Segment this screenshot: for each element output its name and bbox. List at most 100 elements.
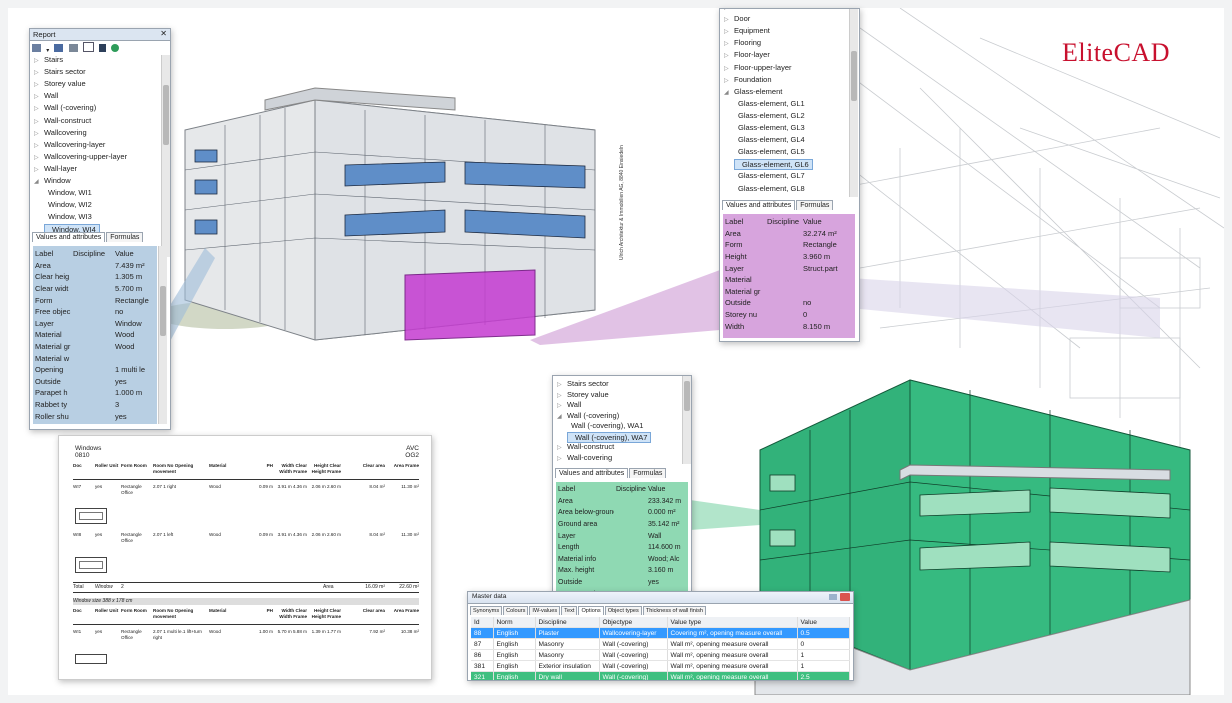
- attribute-row[interactable]: Roller shu yes: [33, 410, 157, 422]
- attribute-row[interactable]: Layer Window: [33, 318, 157, 330]
- tree-scrollbar[interactable]: [161, 55, 170, 257]
- tree-item[interactable]: ▷ Flooring: [724, 38, 761, 47]
- triangle-right-icon[interactable]: ▷: [724, 28, 734, 35]
- tree-item[interactable]: ◢ Glass-element: [724, 87, 782, 96]
- triangle-down-icon[interactable]: ◢: [724, 89, 734, 96]
- col-label[interactable]: Label: [723, 216, 765, 228]
- triangle-right-icon[interactable]: ▷: [34, 142, 44, 149]
- col-value[interactable]: Value: [113, 248, 157, 260]
- attribute-row[interactable]: Form Rectangle: [723, 239, 855, 251]
- attribute-row[interactable]: Outside no: [723, 297, 855, 309]
- triangle-right-icon[interactable]: ▷: [724, 77, 734, 84]
- globe-icon[interactable]: [111, 44, 120, 52]
- tree-item[interactable]: Glass-element, GL8: [734, 184, 805, 193]
- glass-element-window[interactable]: ▷Column▷Door▷Equipment▷Flooring▷Floor-la…: [719, 8, 860, 342]
- attribute-row[interactable]: Outside yes: [33, 376, 157, 388]
- tree-scroll-thumb-middle[interactable]: [684, 381, 690, 411]
- tree-item[interactable]: ▷ Wallcovering-upper-layer: [34, 152, 127, 161]
- attribute-row[interactable]: Width 8.150 m: [723, 320, 855, 332]
- col-value[interactable]: Value: [646, 484, 688, 496]
- tab-formulas-right[interactable]: Formulas: [796, 200, 834, 210]
- triangle-right-icon[interactable]: ▷: [34, 105, 44, 112]
- attribute-row[interactable]: Max. height 3.160 m: [556, 565, 688, 577]
- attribute-row[interactable]: Rabbet ty 3: [33, 399, 157, 411]
- attribute-row[interactable]: Length 114.600 m: [556, 542, 688, 554]
- attribute-row[interactable]: Ground area 35.142 m²: [556, 519, 688, 531]
- triangle-right-icon[interactable]: ▷: [557, 402, 567, 409]
- triangle-right-icon[interactable]: ▷: [34, 130, 44, 137]
- tree-item[interactable]: ▷ Wall (-covering): [34, 103, 96, 112]
- tree-scroll-thumb[interactable]: [163, 85, 169, 145]
- attribute-row[interactable]: Material: [723, 274, 855, 286]
- tab-thickness-of-wall-finish[interactable]: Thickness of wall finish: [642, 606, 707, 615]
- tree-item[interactable]: ▷ Wall: [557, 400, 581, 409]
- tab-text[interactable]: Text: [561, 606, 578, 615]
- attribute-row[interactable]: Height 3.960 m: [723, 251, 855, 263]
- tree-item[interactable]: ◢ Wall (-covering): [557, 411, 619, 420]
- tree-scrollbar-middle[interactable]: [682, 376, 691, 464]
- document-icon[interactable]: [99, 44, 107, 52]
- print-icon[interactable]: [68, 44, 78, 52]
- attribute-row[interactable]: Material w: [33, 352, 157, 364]
- attribute-row[interactable]: Outside yes: [556, 577, 688, 589]
- col-norm[interactable]: Norm: [493, 617, 536, 628]
- tab-options[interactable]: Options: [578, 606, 604, 615]
- filter-icon[interactable]: [32, 44, 41, 52]
- attribute-row[interactable]: Layer Struct.part: [723, 262, 855, 274]
- tree-item[interactable]: ▷ Storey value: [34, 79, 86, 88]
- copy-icon[interactable]: [82, 42, 94, 52]
- tree-item[interactable]: ▷ Wall: [34, 91, 58, 100]
- triangle-right-icon[interactable]: ▷: [34, 166, 44, 173]
- tree-item[interactable]: Wall (-covering), WA7: [567, 431, 652, 443]
- tree-item[interactable]: ▷ Wall-construct: [34, 116, 91, 125]
- col-discipline[interactable]: Discipline: [535, 617, 600, 628]
- triangle-right-icon[interactable]: ▷: [557, 392, 567, 399]
- triangle-down-icon[interactable]: ◢: [557, 413, 567, 420]
- attribute-row[interactable]: Area 32.274 m²: [723, 228, 855, 240]
- dropdown-arrow-icon[interactable]: ▾: [46, 48, 49, 54]
- master-data-row[interactable]: 86 English Masonry Wall (-covering) Wall m²,…: [471, 649, 850, 661]
- triangle-right-icon[interactable]: ▷: [34, 93, 44, 100]
- wall-covering-window[interactable]: ▷ Stairs sector ▷ Storey value ▷ Wall ◢ Wall (-…: [552, 375, 692, 612]
- col-discipline[interactable]: Discipline: [614, 484, 646, 496]
- tree-item[interactable]: Window, WI3: [44, 212, 92, 221]
- tree-item[interactable]: ▷ Wallcovering: [34, 128, 87, 137]
- tree-item[interactable]: ▷ Stairs sector: [557, 379, 609, 388]
- tree-item[interactable]: Window, WI2: [44, 200, 92, 209]
- tree-item[interactable]: ▷ Wallcovering-layer: [34, 140, 105, 149]
- attribute-row[interactable]: Area 7.439 m²: [33, 260, 157, 272]
- attribute-scroll-thumb[interactable]: [160, 286, 166, 336]
- tab-formulas[interactable]: Formulas: [106, 232, 144, 242]
- tree-item[interactable]: Glass-element, GL4: [734, 135, 805, 144]
- tree-item[interactable]: ▷ Floor-upper-layer: [724, 63, 792, 72]
- attribute-row[interactable]: Form Rectangle: [33, 294, 157, 306]
- col-discipline[interactable]: Discipline: [765, 216, 801, 228]
- tree-item[interactable]: Wall (-covering), WA1: [567, 421, 643, 430]
- attribute-row[interactable]: Free objec no: [33, 306, 157, 318]
- tab-iw-values[interactable]: IW-values: [529, 606, 561, 615]
- tab-values-attributes-middle[interactable]: Values and attributes: [555, 468, 629, 478]
- triangle-right-icon[interactable]: ▷: [724, 65, 734, 72]
- attribute-row[interactable]: Layer Wall: [556, 530, 688, 542]
- master-data-window[interactable]: Master data Synonyms Colours IW-values Text…: [467, 591, 854, 681]
- master-data-row[interactable]: 321 English Dry wall Wall (-covering) Wall m…: [471, 671, 850, 680]
- tree-item[interactable]: ◢ Window: [34, 176, 71, 185]
- triangle-right-icon[interactable]: ▷: [724, 52, 734, 59]
- tree-item[interactable]: Glass-element, GL5: [734, 147, 805, 156]
- minimize-icon[interactable]: [829, 594, 837, 600]
- tab-values-attributes-right[interactable]: Values and attributes: [722, 200, 796, 210]
- col-label[interactable]: Label: [556, 484, 614, 496]
- attribute-row[interactable]: Clear widt 5.700 m: [33, 283, 157, 295]
- tab-formulas-middle[interactable]: Formulas: [629, 468, 667, 478]
- tab-values-attributes[interactable]: Values and attributes: [32, 232, 106, 242]
- tree-scrollbar-right[interactable]: [849, 9, 858, 197]
- attribute-row[interactable]: Material info Wood; Alc: [556, 554, 688, 566]
- col-value[interactable]: Value: [801, 216, 855, 228]
- attribute-row[interactable]: Area below-ground 0.000 m²: [556, 507, 688, 519]
- col-id[interactable]: Id: [471, 617, 494, 628]
- attribute-row[interactable]: Material gr: [723, 286, 855, 298]
- triangle-right-icon[interactable]: ▷: [557, 381, 567, 388]
- attribute-row[interactable]: Parapet h 1.000 m: [33, 387, 157, 399]
- tree-item[interactable]: Glass-element, GL1: [734, 99, 805, 108]
- attribute-row[interactable]: Storey nu 0: [723, 309, 855, 321]
